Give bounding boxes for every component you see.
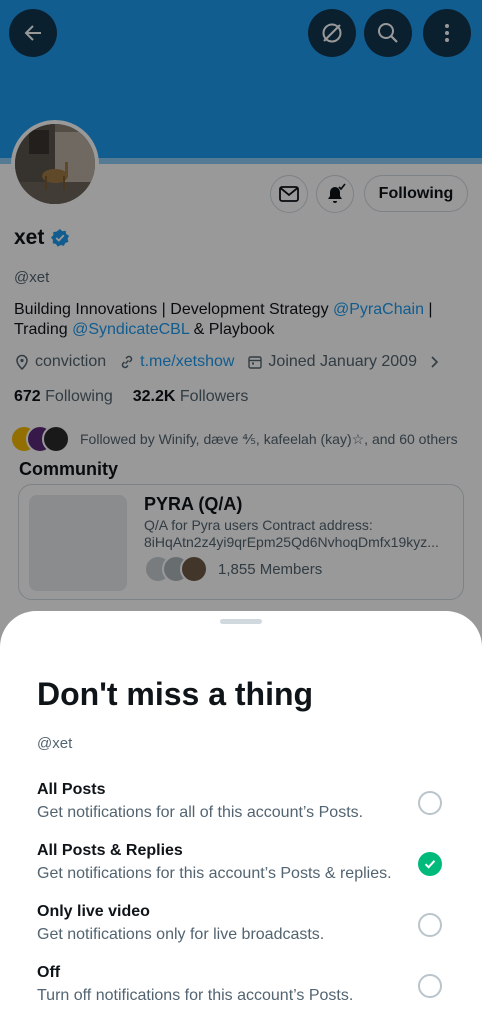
option-title: Off: [37, 964, 61, 981]
option-description: Get notifications for all of this accoun…: [37, 804, 364, 821]
radio-button[interactable]: [418, 974, 442, 998]
sheet-title: Don't miss a thing: [37, 676, 314, 712]
option-all-posts[interactable]: All Posts Get notifications for all of t…: [0, 781, 482, 841]
radio-button-selected[interactable]: [418, 852, 442, 876]
option-off[interactable]: Off Turn off notifications for this acco…: [0, 964, 482, 1024]
notification-settings-sheet: Don't miss a thing @xet All Posts Get no…: [0, 611, 482, 1024]
sheet-handle: @xet: [37, 735, 73, 752]
checkmark-icon: [424, 860, 436, 869]
option-only-live-video[interactable]: Only live video Get notifications only f…: [0, 903, 482, 963]
option-description: Get notifications only for live broadcas…: [37, 926, 325, 943]
option-title: All Posts: [37, 781, 106, 798]
option-title: All Posts & Replies: [37, 842, 183, 859]
option-description: Turn off notifications for this account’…: [37, 987, 354, 1004]
option-description: Get notifications for this account’s Pos…: [37, 865, 392, 882]
option-all-posts-replies[interactable]: All Posts & Replies Get notifications fo…: [0, 842, 482, 902]
radio-button[interactable]: [418, 791, 442, 815]
radio-button[interactable]: [418, 913, 442, 937]
sheet-drag-handle[interactable]: [220, 619, 262, 624]
option-title: Only live video: [37, 903, 150, 920]
